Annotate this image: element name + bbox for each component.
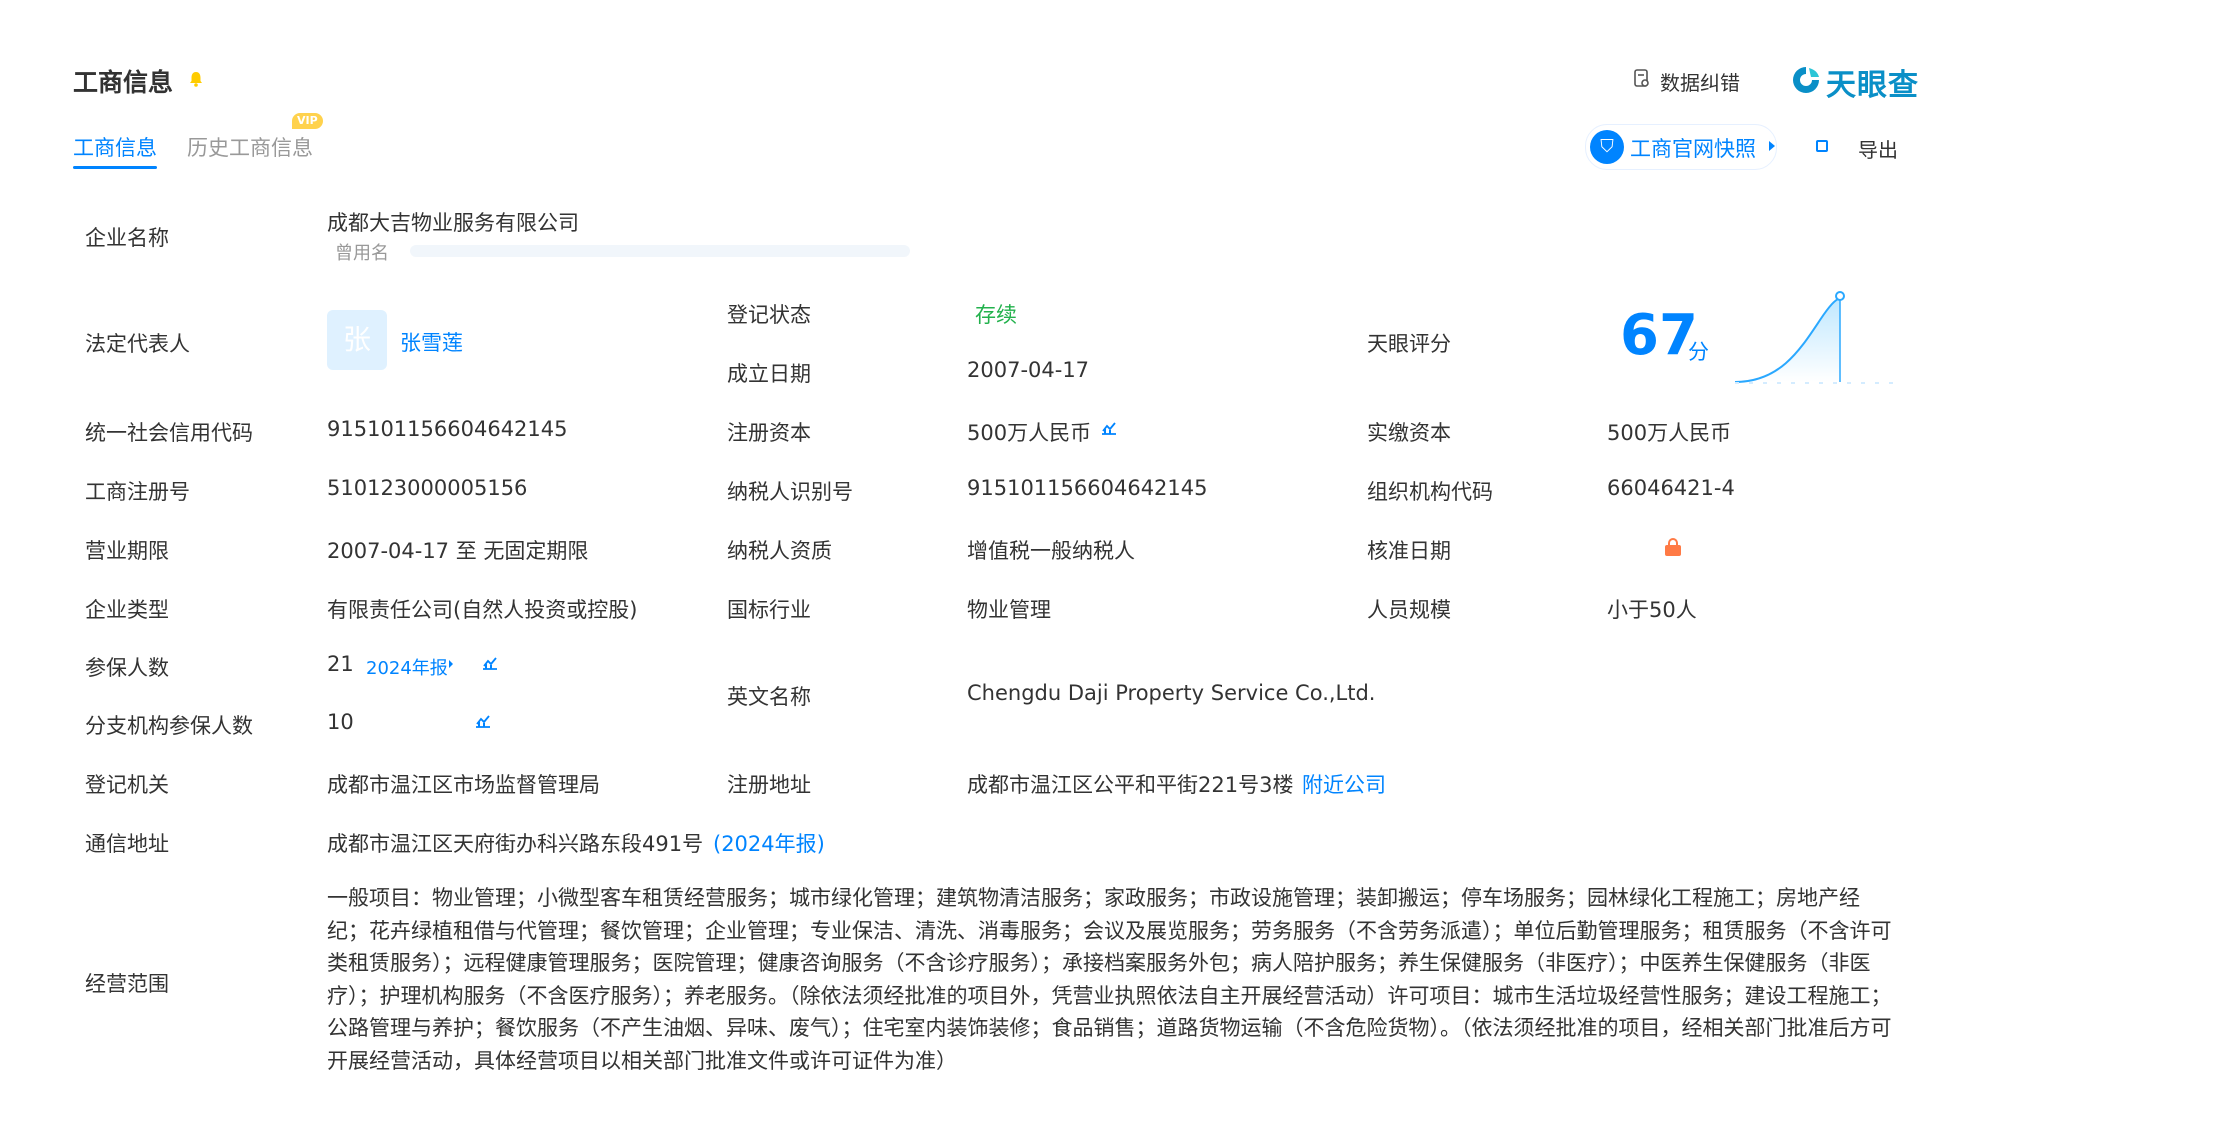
- label-reg-address: 注册地址: [727, 773, 811, 797]
- label-insured: 参保人数: [85, 656, 169, 680]
- label-type: 企业类型: [85, 598, 169, 622]
- label-industry: 国标行业: [727, 598, 811, 622]
- label-reg-no: 工商注册号: [85, 480, 190, 504]
- org-code: 66046421-4: [1607, 476, 1735, 500]
- score-value[interactable]: 67: [1620, 303, 1698, 368]
- brand-name: 天眼查: [1826, 68, 1919, 103]
- label-taxpayer-qual: 纳税人资质: [727, 539, 832, 563]
- mail-report-link[interactable]: (2024年报): [713, 828, 825, 858]
- reg-capital: 500万人民币: [967, 421, 1092, 445]
- trend-chart-icon[interactable]: [474, 713, 492, 729]
- industry: 物业管理: [967, 598, 1051, 622]
- reg-no: 510123000005156: [327, 476, 528, 500]
- label-scope: 经营范围: [85, 972, 169, 996]
- stamp-icon: ⛉: [1590, 130, 1624, 164]
- taxpayer-id: 915101156604642145: [967, 476, 1208, 500]
- caret-right-icon: [449, 660, 453, 668]
- vip-badge: VIP: [292, 113, 323, 129]
- mail-address: 成都市温江区天府街办科兴路东段491号: [327, 832, 704, 856]
- legal-rep-link[interactable]: 张雪莲: [400, 327, 463, 357]
- term: 2007-04-17 至 无固定期限: [327, 539, 589, 563]
- company-name: 成都大吉物业服务有限公司: [327, 211, 579, 235]
- page-title: 工商信息: [73, 68, 174, 97]
- avatar: 张: [327, 310, 387, 370]
- business-scope: 一般项目：物业管理；小微型客车租赁经营服务；城市绿化管理；建筑物清洁服务；家政服…: [327, 886, 1892, 1073]
- staff-size: 小于50人: [1607, 598, 1697, 622]
- label-reg-capital: 注册资本: [727, 421, 811, 445]
- branch-insured-count: 10: [327, 710, 354, 734]
- taxpayer-qual: 增值税一般纳税人: [967, 539, 1135, 563]
- label-found-date: 成立日期: [727, 362, 811, 386]
- label-english-name: 英文名称: [727, 685, 811, 709]
- label-taxpayer-id: 纳税人识别号: [727, 480, 853, 504]
- label-approve-date: 核准日期: [1367, 539, 1451, 563]
- label-reg-status: 登记状态: [727, 303, 811, 327]
- authority: 成都市温江区市场监督管理局: [327, 773, 600, 797]
- found-date: 2007-04-17: [967, 358, 1090, 382]
- bell-icon[interactable]: [187, 70, 205, 88]
- label-credit-code: 统一社会信用代码: [85, 421, 253, 445]
- former-name-label: 曾用名: [335, 243, 389, 264]
- former-name-blurred: [410, 245, 910, 257]
- label-staff-size: 人员规模: [1367, 598, 1451, 622]
- tab-history-info[interactable]: 历史工商信息: [187, 132, 313, 162]
- caret-right-icon: [1769, 141, 1775, 151]
- tab-business-info[interactable]: 工商信息: [73, 132, 157, 162]
- insured-report-link[interactable]: 2024年报: [366, 654, 448, 680]
- insured-count: 21: [327, 652, 354, 676]
- label-branch-insured: 分支机构参保人数: [85, 714, 253, 738]
- data-correction-link[interactable]: 数据纠错: [1660, 67, 1740, 96]
- snapshot-label[interactable]: 工商官网快照: [1630, 133, 1756, 163]
- english-name: Chengdu Daji Property Service Co.,Ltd.: [967, 681, 1376, 705]
- export-button[interactable]: 导出: [1858, 134, 1898, 163]
- label-mail-address: 通信地址: [85, 832, 169, 856]
- document-edit-icon[interactable]: [1633, 69, 1651, 89]
- score-curve-icon[interactable]: [1730, 290, 1900, 390]
- trend-chart-icon[interactable]: [1100, 420, 1118, 436]
- label-legal-rep: 法定代表人: [85, 332, 190, 356]
- trend-chart-icon[interactable]: [481, 655, 499, 671]
- label-score: 天眼评分: [1367, 332, 1451, 356]
- company-type: 有限责任公司(自然人投资或控股): [327, 598, 638, 622]
- tab-underline: [73, 166, 157, 169]
- label-paid-capital: 实缴资本: [1367, 421, 1451, 445]
- label-authority: 登记机关: [85, 773, 169, 797]
- label-company-name: 企业名称: [85, 226, 169, 250]
- reg-address: 成都市温江区公平和平街221号3楼: [967, 773, 1294, 797]
- label-org-code: 组织机构代码: [1367, 480, 1493, 504]
- paid-capital: 500万人民币: [1607, 421, 1732, 445]
- score-unit: 分: [1688, 340, 1709, 364]
- lock-icon[interactable]: [1663, 538, 1683, 556]
- tianyancha-logo-icon: [1793, 67, 1819, 93]
- reg-status: 存续: [975, 303, 1017, 327]
- nearby-companies-link[interactable]: 附近公司: [1302, 769, 1386, 799]
- export-icon[interactable]: [1816, 140, 1828, 152]
- credit-code: 915101156604642145: [327, 417, 568, 441]
- label-term: 营业期限: [85, 539, 169, 563]
